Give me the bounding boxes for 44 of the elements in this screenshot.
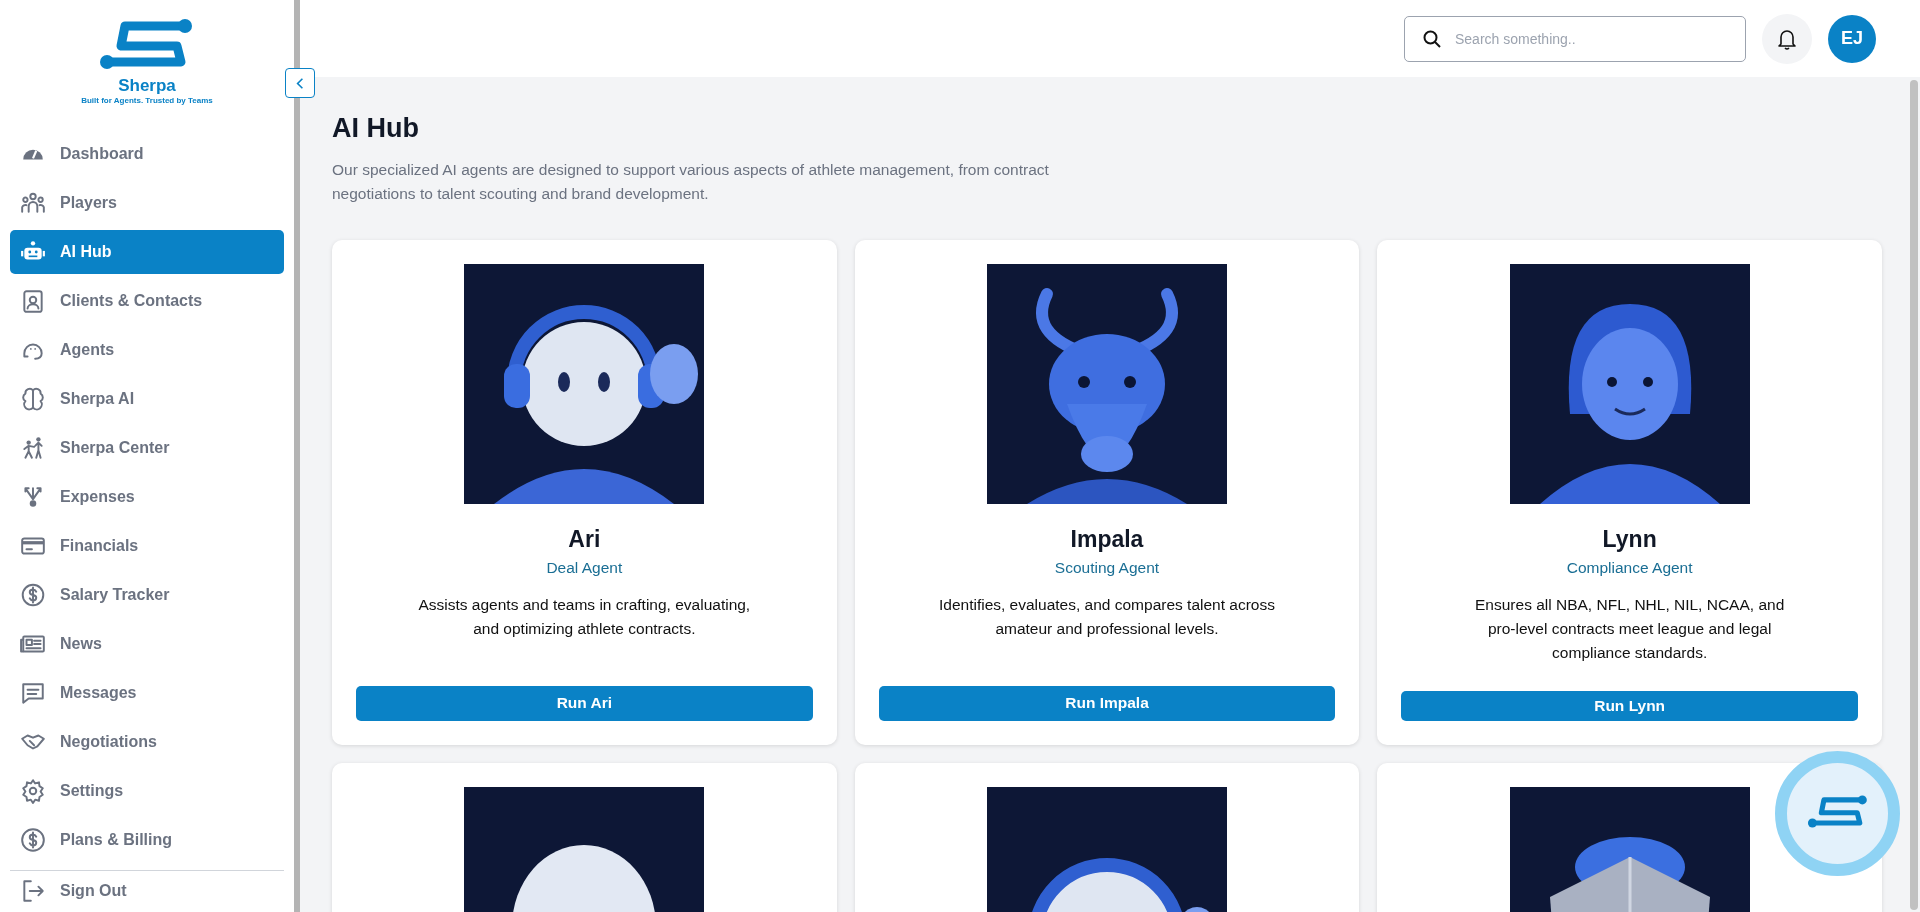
sidebar-item[interactable]: Expenses [10,474,284,519]
collapse-button[interactable] [285,68,315,98]
sign-out-item[interactable]: Sign Out [10,870,284,912]
agent-role: Deal Agent [546,559,623,577]
agent-role: Compliance Agent [1566,559,1693,577]
notifications-button[interactable] [1762,13,1812,64]
sidebar-item[interactable]: Agents [10,327,284,372]
sidebar-item[interactable]: Negotiations [10,719,284,764]
agent-name: Impala [1070,526,1144,553]
page-title: AI Hub [332,113,420,144]
sidebar-item[interactable]: Clients & Contacts [10,278,284,323]
sidebar-item[interactable]: Financials [10,523,284,568]
sidebar-item[interactable]: Salary Tracker [10,572,284,617]
dollar-badge-icon [20,581,46,608]
agent-description: Identifies, evaluates, and compares talent across amateur and professional levels. [937,595,1276,639]
user-avatar[interactable]: EJ [1828,14,1876,63]
sidebar-item[interactable]: Sherpa Center [10,425,284,470]
sidebar-item[interactable]: Plans & Billing [10,817,284,862]
agent-description: Assists agents and teams in crafting, evaluating, and optimizing athlete contracts. [417,595,752,639]
sidebar-item[interactable]: Players [10,180,284,225]
sidebar-item[interactable]: Messages [10,670,284,715]
run-button[interactable]: Run Ari [356,685,813,721]
scrollbar[interactable] [1910,80,1918,910]
sherpa-logo: Sherpa Built for Agents. Trusted by Teams [81,18,213,110]
agent-name: Ari [568,526,601,553]
agent-name: Lynn [1602,526,1657,553]
sidebar-item[interactable]: Settings [10,768,284,813]
brain-icon [20,385,46,412]
people-walking-icon [20,434,46,461]
contact-card-icon [20,287,46,314]
agent-role: Scouting Agent [1054,559,1160,577]
dollar-circle-icon [20,826,46,853]
sidebar-item[interactable]: Sherpa AI [10,376,284,421]
chevron-left-icon [296,76,304,90]
sidebar-item[interactable]: Dashboard [10,131,284,176]
gear-icon [20,777,46,804]
sidebar-item[interactable]: News [10,621,284,666]
agent-description: Ensures all NBA, NFL, NHL, NIL, NCAA, and pro-level contracts meet league and legal compliance standards. [1474,595,1786,663]
page-description: Our specialized AI agents are designed to support various aspects of athlete management, from contract negotiations to talent scouting and brand development. [332,160,1050,204]
run-button[interactable]: Run Lynn [1401,691,1858,721]
search-field[interactable]: Search something.. [1404,15,1746,62]
sidebar-item[interactable]: AI Hub [10,229,284,274]
sign-out-icon [20,878,46,905]
run-button[interactable]: Run Impala [878,685,1336,721]
